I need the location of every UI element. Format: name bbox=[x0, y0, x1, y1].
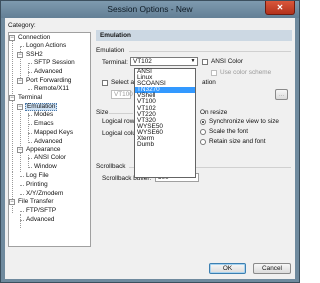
tree-connector bbox=[28, 89, 32, 90]
tree-item-appearance[interactable]: Appearance bbox=[26, 146, 60, 154]
tree-item-file-transfer[interactable]: File Transfer bbox=[18, 198, 54, 206]
scrollback-group-title: Scrollback bbox=[96, 163, 126, 170]
tree-item-ssh2[interactable]: SSH2 bbox=[26, 51, 43, 59]
tree-connector bbox=[28, 63, 32, 64]
use-color-scheme-label: Use color scheme bbox=[220, 69, 272, 76]
tree-item-port-forwarding[interactable]: Port Forwarding bbox=[26, 77, 71, 85]
size-group-title: Size bbox=[96, 109, 109, 116]
tree-item-terminal[interactable]: Terminal bbox=[18, 94, 42, 102]
session-options-window: Session Options - New ✕ Category: − Conn… bbox=[0, 0, 300, 283]
title-bar[interactable]: Session Options - New bbox=[1, 1, 299, 18]
tree-connector bbox=[20, 46, 24, 47]
tree-connector bbox=[20, 105, 21, 172]
tree-item-window[interactable]: Window bbox=[34, 163, 57, 171]
dialog-client-area: Category: − Connection Logon Actions − S… bbox=[5, 18, 295, 279]
close-icon: ✕ bbox=[276, 3, 284, 12]
ansi-color-label: ANSI Color bbox=[211, 58, 243, 65]
sync-view-label: Synchronize view to size bbox=[209, 118, 279, 125]
tree-connector bbox=[28, 142, 32, 143]
cancel-button[interactable]: Cancel bbox=[253, 263, 291, 274]
chevron-down-icon: ▼ bbox=[190, 58, 196, 64]
retain-size-radio[interactable] bbox=[200, 139, 206, 145]
tree-connector bbox=[20, 194, 24, 195]
ok-button[interactable]: OK bbox=[209, 263, 246, 274]
use-color-scheme-checkbox[interactable] bbox=[211, 70, 217, 76]
tree-connector bbox=[28, 63, 29, 76]
tree-connector bbox=[28, 72, 32, 73]
tree-connector bbox=[20, 185, 24, 186]
tree-item-ftp-sftp[interactable]: FTP/SFTP bbox=[26, 207, 56, 215]
collapse-icon[interactable]: − bbox=[17, 52, 23, 58]
tree-connector bbox=[28, 124, 32, 125]
tree-item-file-transfer-advanced[interactable]: Advanced bbox=[26, 216, 54, 224]
terminal-dropdown-list[interactable]: ANSI Linux SCOANSI TN3270 VShell VT100 V… bbox=[134, 68, 196, 178]
tree-item-emulation[interactable]: Emulation bbox=[25, 103, 58, 111]
collapse-icon[interactable]: − bbox=[17, 147, 23, 153]
collapse-icon[interactable]: − bbox=[9, 199, 15, 205]
tree-item-mapped-keys[interactable]: Mapped Keys bbox=[34, 129, 73, 137]
logical-rows-label: Logical rows bbox=[102, 118, 138, 125]
terminal-label: Terminal: bbox=[102, 59, 128, 66]
terminal-select-value: VT102 bbox=[133, 58, 152, 65]
select-alternate-label-suffix: ation bbox=[202, 79, 216, 86]
tree-item-logon-actions[interactable]: Logon Actions bbox=[26, 42, 66, 50]
logical-columns-label: Logical colu bbox=[102, 130, 136, 137]
select-alternate-checkbox[interactable] bbox=[102, 80, 108, 86]
browse-button[interactable]: ... bbox=[275, 89, 288, 100]
tree-connector bbox=[28, 115, 32, 116]
tree-connector bbox=[20, 220, 24, 221]
tree-connector bbox=[28, 167, 32, 168]
tree-connector bbox=[12, 38, 13, 172]
collapse-icon[interactable]: − bbox=[9, 35, 15, 41]
tree-item-connection[interactable]: Connection bbox=[18, 34, 50, 42]
group-divider bbox=[109, 113, 133, 114]
ansi-color-checkbox[interactable] bbox=[202, 59, 208, 65]
scale-font-label: Scale the font bbox=[209, 128, 249, 135]
terminal-select[interactable]: VT102 ▼ bbox=[130, 57, 198, 66]
tree-connector bbox=[20, 176, 24, 177]
tree-connector bbox=[28, 113, 29, 143]
tree-item-emulation-advanced[interactable]: Advanced bbox=[34, 138, 62, 146]
tree-item-log-file[interactable]: Log File bbox=[26, 172, 49, 180]
category-tree[interactable]: − Connection Logon Actions − SSH2 SFTP S… bbox=[8, 32, 91, 247]
tree-connector bbox=[28, 158, 32, 159]
tree-item-remote-x11[interactable]: Remote/X11 bbox=[34, 85, 69, 93]
tree-item-modes[interactable]: Modes bbox=[34, 111, 53, 119]
tree-connector bbox=[20, 214, 21, 228]
sync-view-radio[interactable] bbox=[200, 119, 206, 125]
collapse-icon[interactable]: − bbox=[17, 78, 23, 84]
window-title: Session Options - New bbox=[107, 4, 193, 14]
tree-item-ssh2-advanced[interactable]: Advanced bbox=[34, 68, 62, 76]
tree-item-sftp-session[interactable]: SFTP Session bbox=[34, 59, 75, 67]
panel-header: Emulation bbox=[96, 30, 292, 41]
tree-item-ansi-color[interactable]: ANSI Color bbox=[34, 154, 66, 162]
tree-item-xyzmodem[interactable]: X/Y/Zmodem bbox=[26, 190, 63, 198]
tree-connector bbox=[28, 133, 32, 134]
category-label: Category: bbox=[8, 22, 36, 29]
alternate-select-value: VT100 bbox=[114, 91, 133, 98]
group-divider bbox=[129, 51, 291, 52]
retain-size-label: Retain size and font bbox=[209, 138, 266, 145]
collapse-icon[interactable]: − bbox=[17, 104, 23, 110]
dropdown-option-dumb[interactable]: Dumb bbox=[135, 141, 195, 148]
tree-connector bbox=[12, 171, 13, 213]
emulation-group-title: Emulation bbox=[96, 47, 125, 54]
scale-font-radio[interactable] bbox=[200, 129, 206, 135]
tree-connector bbox=[20, 211, 24, 212]
select-alternate-label: Select a bbox=[111, 79, 135, 86]
alternate-select[interactable]: VT100 bbox=[111, 90, 133, 99]
collapse-icon[interactable]: − bbox=[9, 95, 15, 101]
on-resize-group-title: On resize bbox=[200, 109, 228, 116]
tree-item-emacs[interactable]: Emacs bbox=[34, 120, 54, 128]
tree-item-printing[interactable]: Printing bbox=[26, 181, 48, 189]
close-button[interactable]: ✕ bbox=[265, 1, 295, 15]
